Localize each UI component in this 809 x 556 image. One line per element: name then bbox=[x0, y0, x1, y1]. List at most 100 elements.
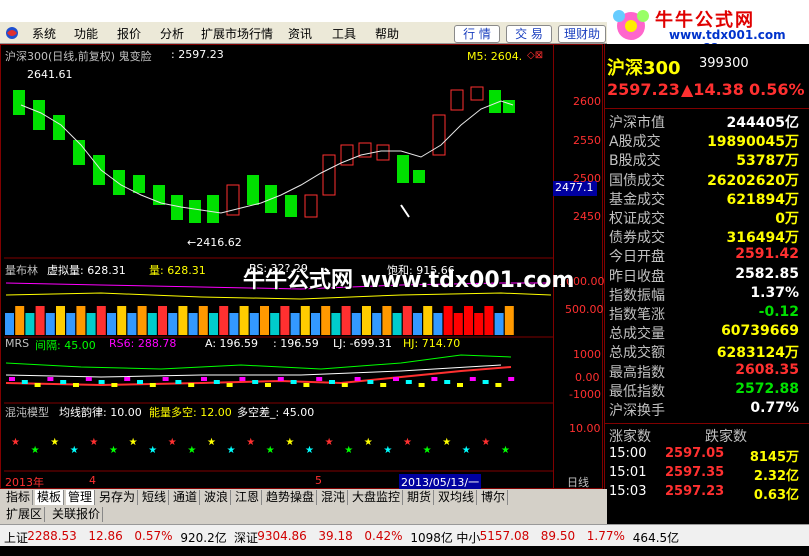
menu-analysis[interactable]: 分析 bbox=[160, 25, 184, 42]
chaos-mark: ★ bbox=[11, 437, 20, 448]
chaos-mark: ★ bbox=[442, 437, 451, 448]
volume-bar bbox=[66, 313, 76, 335]
tick-cell: 15:00 bbox=[609, 446, 647, 461]
status-item: 12.86 bbox=[88, 529, 123, 543]
volume-bar bbox=[362, 306, 371, 335]
volume-bar bbox=[127, 313, 137, 335]
index-code: 399300 bbox=[699, 56, 749, 71]
volume-bar bbox=[290, 313, 300, 335]
tab-item[interactable]: 通道 bbox=[171, 490, 201, 505]
vol-panel-name: 量布林 bbox=[5, 264, 38, 277]
stat-row: 国债成交 26202620万 bbox=[607, 170, 807, 189]
menu-help[interactable]: 帮助 bbox=[375, 25, 399, 42]
candle bbox=[376, 144, 390, 161]
mrs-lj: LJ: -699.31 bbox=[333, 337, 393, 350]
menu-system[interactable]: 系统 bbox=[32, 25, 56, 42]
volume-bar bbox=[351, 313, 361, 335]
tick-cell: 15:03 bbox=[609, 484, 647, 499]
candle bbox=[450, 89, 464, 111]
tab-item[interactable]: 趋势操盘 bbox=[264, 490, 318, 505]
tab-item[interactable]: 波浪 bbox=[202, 490, 232, 505]
finance-assistant-button[interactable]: 理财助手 bbox=[558, 25, 606, 43]
stat-label: 国债成交 bbox=[609, 172, 665, 189]
app-logo-icon bbox=[4, 26, 20, 40]
mrs-mark bbox=[149, 383, 156, 387]
status-item: 464.5亿 bbox=[632, 531, 680, 545]
mrs-mark bbox=[367, 380, 374, 384]
chaos-mark: ★ bbox=[285, 437, 294, 448]
volume-bar bbox=[25, 313, 35, 335]
mrs-mark bbox=[457, 383, 463, 387]
tab-item[interactable]: 另存为 bbox=[97, 490, 139, 505]
tab-item[interactable]: 短线 bbox=[140, 490, 170, 505]
volume-bar bbox=[311, 313, 320, 335]
status-item: 深证 bbox=[234, 531, 259, 545]
tab-related-quote[interactable]: 关联报价 bbox=[50, 507, 104, 522]
tab-item[interactable]: 指标 bbox=[4, 490, 34, 505]
volume-bar bbox=[300, 306, 310, 335]
index-price: 2597.23 bbox=[607, 80, 680, 99]
tab-item[interactable]: 期货 bbox=[405, 490, 435, 505]
stat-label: 最高指数 bbox=[609, 364, 665, 381]
stat-row: 总成交额 6283124万 bbox=[607, 342, 807, 361]
volume-bar bbox=[35, 306, 45, 335]
tab-item[interactable]: 管理 bbox=[66, 490, 96, 505]
tab-item[interactable]: 博尔 bbox=[479, 490, 509, 505]
vol-axis-500: 500.00 bbox=[565, 303, 604, 316]
stat-value: 244405亿 bbox=[726, 115, 799, 131]
volume-bar bbox=[5, 313, 14, 335]
tab-item[interactable]: 模板 bbox=[35, 490, 65, 505]
stat-label: 基金成交 bbox=[609, 191, 665, 208]
stat-label: 最低指数 bbox=[609, 383, 665, 400]
volume-bar bbox=[464, 306, 473, 335]
stat-value: 53787万 bbox=[736, 153, 799, 170]
menu-function[interactable]: 功能 bbox=[74, 25, 98, 42]
candle bbox=[33, 100, 45, 130]
status-item: 5157.08 bbox=[479, 529, 530, 543]
mrs-mark bbox=[252, 380, 259, 384]
stat-row: 沪深换手 0.77% bbox=[607, 400, 807, 419]
volume-bar bbox=[198, 306, 208, 335]
volume-bar bbox=[494, 313, 504, 335]
volume-bar bbox=[402, 306, 412, 335]
volume-bar bbox=[484, 306, 494, 335]
chaos-mark: ★ bbox=[50, 437, 59, 448]
stat-row: 今日开盘 2591.42 bbox=[607, 246, 807, 265]
volume-bar bbox=[209, 313, 218, 335]
status-item: 1.77% bbox=[586, 529, 625, 543]
tab-extended-area[interactable]: 扩展区 bbox=[4, 507, 46, 522]
tab-item[interactable]: 江恩 bbox=[233, 490, 263, 505]
menu-extended-market[interactable]: 扩展市场行情 bbox=[201, 25, 273, 42]
hd-jy: 均线韵律: 10.00 bbox=[59, 406, 142, 419]
volume-bar bbox=[249, 313, 259, 335]
tab-item[interactable]: 大盘监控 bbox=[350, 490, 404, 505]
axis-2450: 2450 bbox=[573, 210, 601, 223]
stat-row: 权证成交 0万 bbox=[607, 208, 807, 227]
timeline-m4: 4 bbox=[89, 474, 96, 487]
mrs-mark bbox=[495, 383, 502, 387]
status-item: 9304.86 bbox=[257, 529, 307, 543]
mrs-mark bbox=[277, 377, 284, 381]
trade-button[interactable]: 交 易 bbox=[506, 25, 552, 43]
quote-button[interactable]: 行 情 bbox=[454, 25, 500, 43]
volume-bar bbox=[158, 306, 167, 335]
mrs-mark bbox=[482, 380, 489, 384]
volume-bar bbox=[392, 313, 402, 335]
chaos-mark: ★ bbox=[266, 445, 275, 456]
menu-tools[interactable]: 工具 bbox=[332, 25, 356, 42]
axis-2500: 2500 bbox=[573, 172, 601, 185]
stat-value: -0.12 bbox=[758, 304, 799, 320]
volume-bar bbox=[260, 306, 269, 335]
stat-row: 指数笔涨 -0.12 bbox=[607, 304, 807, 323]
stat-row: 指数振幅 1.37% bbox=[607, 285, 807, 304]
up-count-label: 涨家数 bbox=[609, 429, 651, 445]
volume-bar bbox=[453, 313, 463, 335]
chaos-mark: ★ bbox=[148, 445, 157, 456]
chaos-mark: ★ bbox=[462, 445, 471, 456]
menu-quote[interactable]: 报价 bbox=[117, 25, 141, 42]
tab-item[interactable]: 双均线 bbox=[436, 490, 478, 505]
candle bbox=[397, 155, 409, 183]
menu-news[interactable]: 资讯 bbox=[288, 25, 312, 42]
tick-cell: 2597.05 bbox=[665, 446, 725, 461]
tab-item[interactable]: 混沌 bbox=[319, 490, 349, 505]
